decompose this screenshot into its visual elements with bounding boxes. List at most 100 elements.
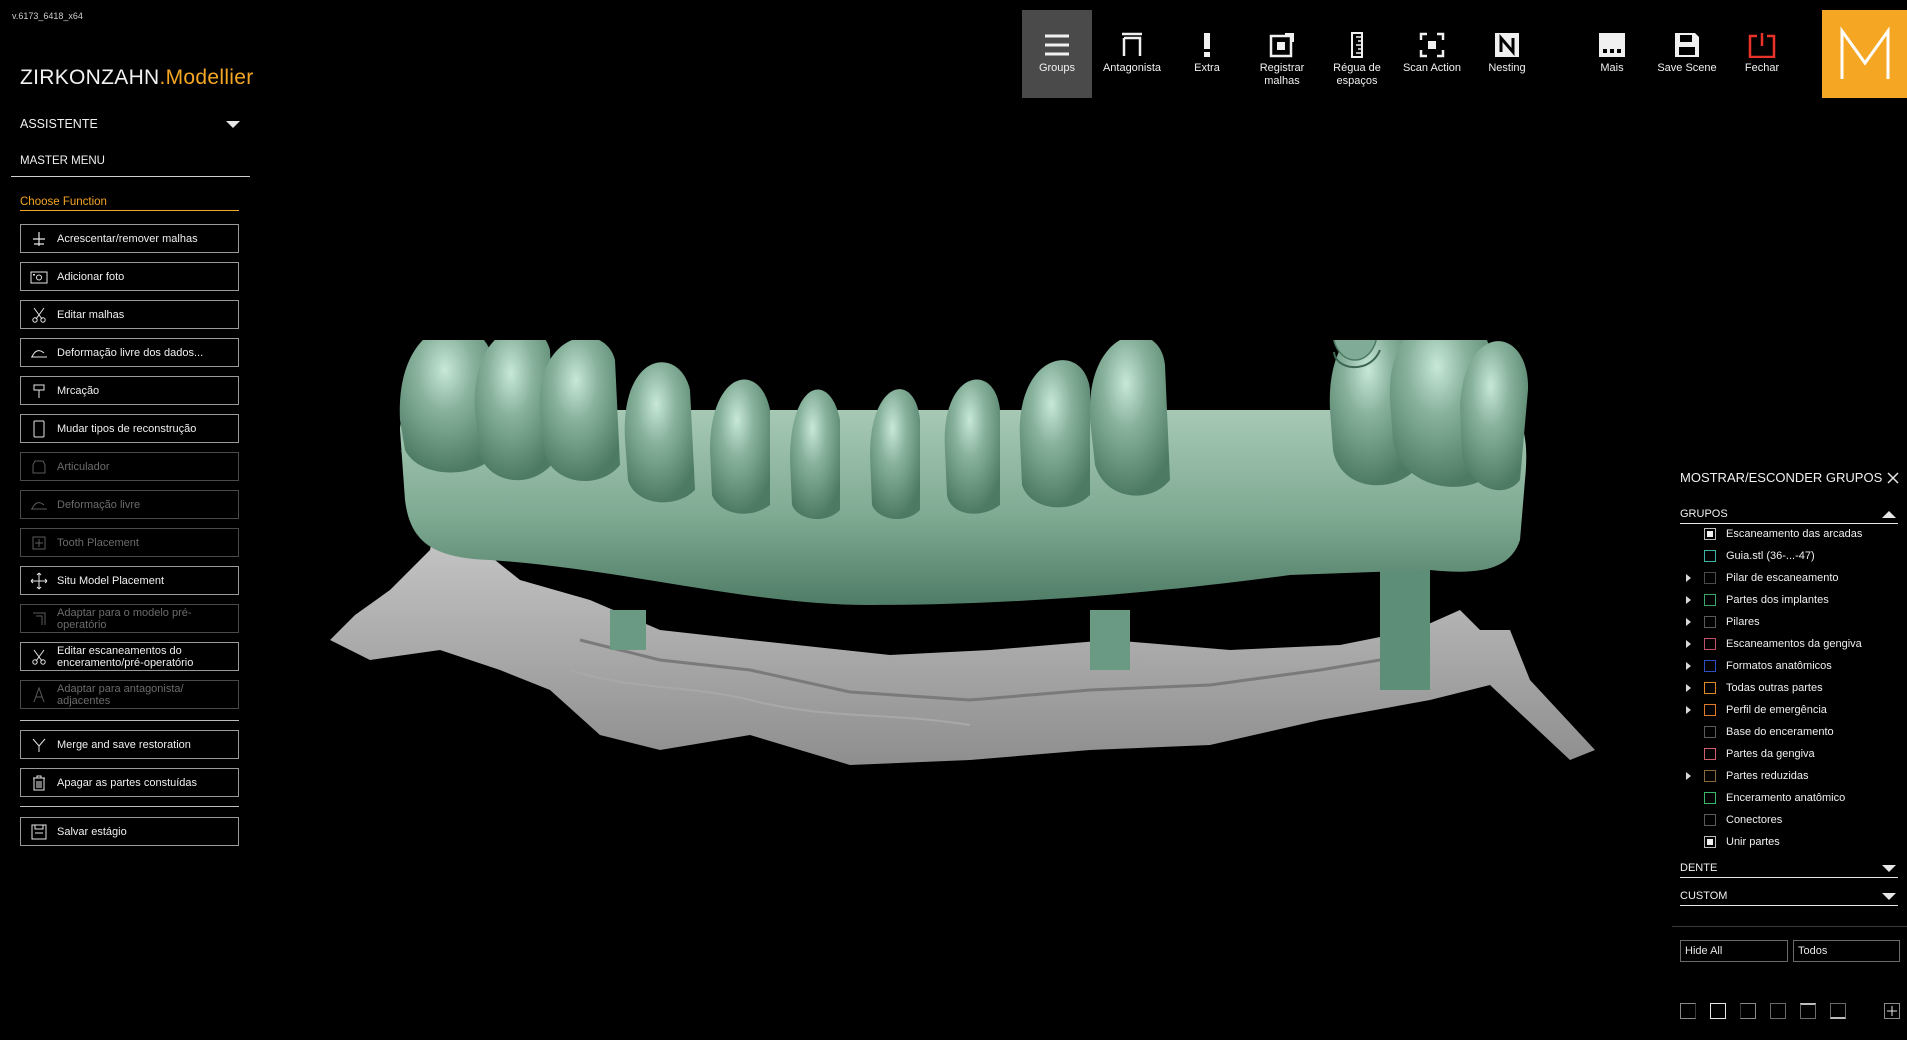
expand-arrow-icon[interactable] [1680,684,1696,692]
group-checkbox[interactable] [1704,616,1716,628]
group-item[interactable]: Todas outras partes [1680,678,1900,698]
function-button-add-photo[interactable]: Adicionar foto [20,262,239,291]
group-checkbox[interactable] [1704,726,1716,738]
group-label: Escaneamentos da gengiva [1726,638,1862,650]
assistant-dropdown[interactable]: ASSISTENTE [20,117,240,131]
view-bottom-button[interactable] [1830,1003,1846,1019]
toolbar-more-button[interactable]: Mais [1577,10,1647,98]
toolbar-extra-button[interactable]: Extra [1172,10,1242,98]
toolbar-register-meshes-button[interactable]: Registrar malhas [1247,10,1317,98]
function-label: Situ Model Placement [57,574,164,587]
function-label: Acrescentar/remover malhas [57,232,198,245]
function-button-edit-meshes[interactable]: Editar malhas [20,300,239,329]
version-label: v.6173_6418_x64 [12,11,83,21]
function-button-edit-waxup-scans[interactable]: Editar escaneamentos do enceramento/pré-… [20,642,239,671]
function-button-marking[interactable]: Mrcação [20,376,239,405]
group-checkbox[interactable] [1704,572,1716,584]
group-item[interactable]: Partes da gengiva [1680,744,1900,764]
group-checkbox[interactable] [1704,814,1716,826]
view-front-button[interactable] [1710,1003,1726,1019]
function-button-adapt-antagonist[interactable]: Adaptar para antagonista/ adjacentes [20,680,239,709]
group-checkbox[interactable] [1704,550,1716,562]
view-left-button[interactable] [1680,1003,1696,1019]
toolbar-save-scene-button[interactable]: Save Scene [1652,10,1722,98]
group-item[interactable]: Base do enceramento [1680,722,1900,742]
group-item[interactable]: Pilares [1680,612,1900,632]
group-label: Escaneamento das arcadas [1726,528,1863,540]
section-label: GRUPOS [1680,508,1728,520]
delete-built-parts-button[interactable]: Apagar as partes constuídas [20,768,239,797]
group-checkbox[interactable] [1704,748,1716,760]
expand-arrow-icon[interactable] [1680,618,1696,626]
add-view-button[interactable] [1884,1003,1900,1019]
expand-arrow-icon[interactable] [1680,662,1696,670]
group-item[interactable]: Conectores [1680,810,1900,830]
expand-arrow-icon[interactable] [1680,772,1696,780]
group-checkbox[interactable] [1704,660,1716,672]
group-checkbox[interactable] [1704,594,1716,606]
toolbar-label: Scan Action [1402,62,1462,74]
function-button-add-remove-meshes[interactable]: Acrescentar/remover malhas [20,224,239,253]
hide-all-button[interactable]: Hide All [1680,940,1788,962]
function-button-adapt-preoperative[interactable]: Adaptar para o modelo pré-operatório [20,604,239,633]
function-button-free-deform-data[interactable]: Deformação livre dos dados... [20,338,239,367]
function-button-free-deform[interactable]: Deformação livre [20,490,239,519]
toolbar-nesting-button[interactable]: Nesting [1472,10,1542,98]
save-stage-button[interactable]: Salvar estágio [20,817,239,846]
toolbar-ruler-button[interactable]: Régua de espaços [1322,10,1392,98]
group-checkbox[interactable] [1704,836,1716,848]
group-checkbox[interactable] [1704,682,1716,694]
section-grupos-toggle[interactable]: GRUPOS [1680,508,1898,524]
function-label: Adicionar foto [57,270,125,283]
view-right-button[interactable] [1740,1003,1756,1019]
group-label: Base do enceramento [1726,726,1834,738]
section-dente-toggle[interactable]: DENTE [1680,862,1898,878]
group-checkbox[interactable] [1704,770,1716,782]
expand-arrow-icon[interactable] [1680,640,1696,648]
close-icon[interactable] [1886,471,1900,485]
group-checkbox[interactable] [1704,704,1716,716]
group-checkbox[interactable] [1704,528,1716,540]
function-button-articulator[interactable]: Articulador [20,452,239,481]
toolbar-scan-action-button[interactable]: Scan Action [1397,10,1467,98]
group-item[interactable]: Pilar de escaneamento [1680,568,1900,588]
group-item[interactable]: Partes dos implantes [1680,590,1900,610]
group-checkbox[interactable] [1704,638,1716,650]
group-item[interactable]: Perfil de emergência [1680,700,1900,720]
todos-button[interactable]: Todos [1793,940,1900,962]
chevron-down-icon [1882,865,1896,872]
register-meshes-icon [1247,10,1317,62]
power-icon [1727,10,1797,62]
scan-frame-icon [1397,10,1467,62]
expand-arrow-icon[interactable] [1680,574,1696,582]
toolbar-label: Nesting [1488,62,1526,74]
divider [1680,905,1898,906]
ruler-icon [1322,10,1392,62]
group-checkbox[interactable] [1704,792,1716,804]
function-button-situ-model-placement[interactable]: Situ Model Placement [20,566,239,595]
expand-arrow-icon[interactable] [1680,706,1696,714]
merge-save-restoration-button[interactable]: Merge and save restoration [20,730,239,759]
group-item[interactable]: Enceramento anatômico [1680,788,1900,808]
group-item[interactable]: Escaneamento das arcadas [1680,524,1900,544]
group-item[interactable]: Guia.stl (36-...-47) [1680,546,1900,566]
view-back-button[interactable] [1770,1003,1786,1019]
group-item[interactable]: Partes reduzidas [1680,766,1900,786]
toolbar-groups-button[interactable]: Groups [1022,10,1092,98]
view-top-button[interactable] [1800,1003,1816,1019]
function-label: Tooth Placement [57,536,139,549]
function-button-change-reconstruction-types[interactable]: Mudar tipos de reconstrução [20,414,239,443]
group-item[interactable]: Escaneamentos da gengiva [1680,634,1900,654]
group-item[interactable]: Unir partes [1680,832,1900,852]
expand-arrow-icon[interactable] [1680,596,1696,604]
toolbar-antagonist-button[interactable]: Antagonista [1097,10,1167,98]
plus-icon [1884,1003,1900,1019]
group-item[interactable]: Formatos anatômicos [1680,656,1900,676]
3d-viewport[interactable] [330,303,1600,860]
master-menu-link[interactable]: MASTER MENU [20,155,105,167]
function-label: Merge and save restoration [57,738,191,751]
section-custom-toggle[interactable]: CUSTOM [1680,890,1898,906]
function-button-tooth-placement[interactable]: Tooth Placement [20,528,239,557]
toolbar-close-button[interactable]: Fechar [1727,10,1797,98]
more-dots-icon [1577,10,1647,62]
